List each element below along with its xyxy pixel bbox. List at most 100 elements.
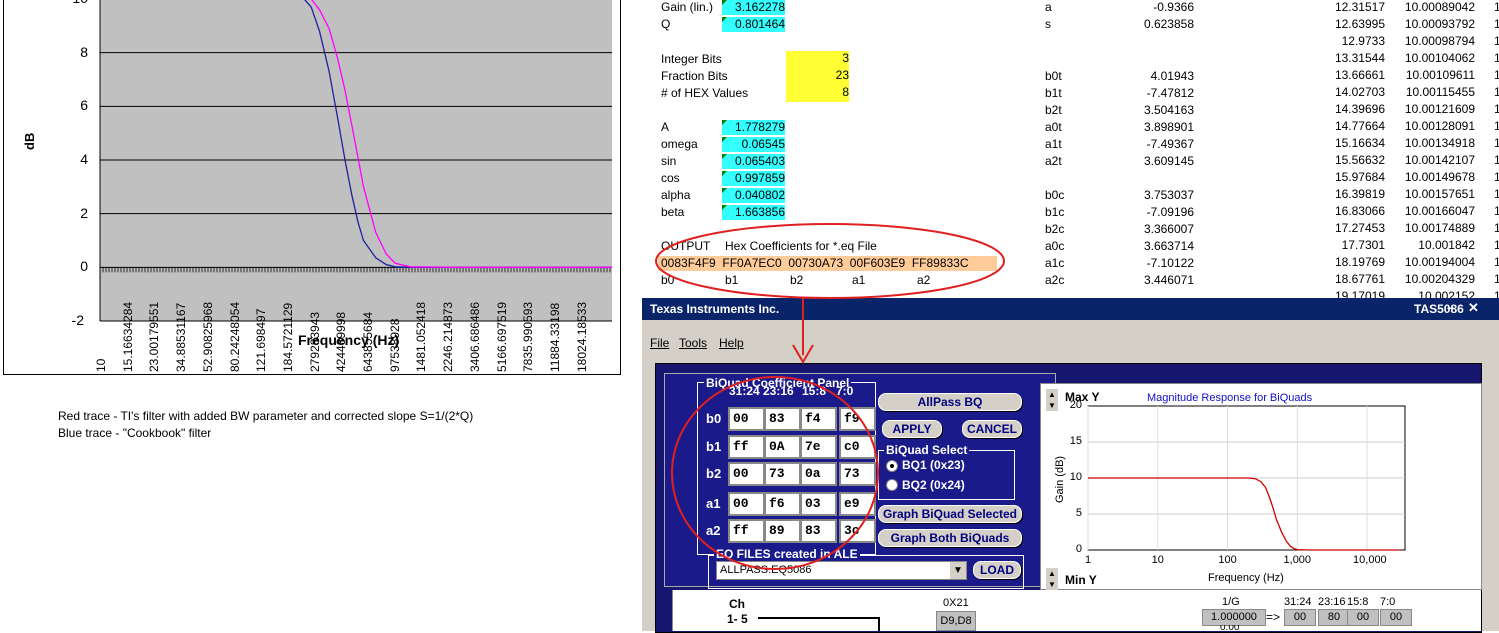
- gain-label[interactable]: Gain (lin.): [661, 0, 713, 14]
- cancel-button[interactable]: CANCEL: [962, 420, 1022, 438]
- edge-cell[interactable]: 1: [1494, 153, 1499, 167]
- coef-label[interactable]: b2: [790, 273, 803, 287]
- mid-value[interactable]: -7.09196: [1130, 205, 1194, 219]
- coef-input[interactable]: e9: [839, 492, 876, 516]
- g-byte[interactable]: 80: [1318, 609, 1350, 626]
- gain-db-value[interactable]: 10.00128091: [1395, 119, 1475, 133]
- gain-db-value[interactable]: 10.00166047: [1395, 204, 1475, 218]
- mid-label[interactable]: b1t: [1045, 86, 1062, 100]
- coef-label[interactable]: a2: [917, 273, 930, 287]
- param-label[interactable]: cos: [661, 171, 680, 185]
- load-button[interactable]: LOAD: [973, 561, 1021, 579]
- coef-input[interactable]: ff: [728, 519, 765, 543]
- freq-value[interactable]: 12.9733: [1325, 34, 1385, 48]
- coef-input[interactable]: 00: [728, 462, 765, 486]
- mid-value[interactable]: 3.753037: [1130, 188, 1194, 202]
- mid-value[interactable]: -0.9366: [1130, 0, 1194, 14]
- mid-value[interactable]: 3.504163: [1130, 103, 1194, 117]
- param-value[interactable]: 1.663856: [722, 205, 785, 220]
- mid-label[interactable]: b2t: [1045, 103, 1062, 117]
- coef-input[interactable]: 00: [728, 407, 765, 431]
- mid-label[interactable]: a: [1045, 0, 1052, 14]
- edge-cell[interactable]: 1: [1494, 170, 1499, 184]
- coef-input[interactable]: 00: [728, 492, 765, 516]
- mid-value[interactable]: -7.49367: [1130, 137, 1194, 151]
- gain-db-value[interactable]: 10.00098794: [1395, 34, 1475, 48]
- freq-value[interactable]: 15.97684: [1325, 170, 1385, 184]
- graph-selected-button[interactable]: Graph BiQuad Selected: [878, 505, 1022, 523]
- edge-cell[interactable]: 1: [1494, 34, 1499, 48]
- freq-value[interactable]: 12.31517: [1325, 0, 1385, 14]
- bq1-label[interactable]: BQ1 (0x23): [902, 458, 965, 472]
- param-value[interactable]: 0.997859: [722, 171, 785, 186]
- coef-input[interactable]: 0a: [800, 462, 837, 486]
- freq-value[interactable]: 18.19769: [1325, 255, 1385, 269]
- mid-label[interactable]: b2c: [1045, 222, 1064, 236]
- param-value[interactable]: 1.778279: [722, 120, 785, 135]
- edge-cell[interactable]: 1: [1494, 272, 1499, 286]
- coef-input[interactable]: f4: [800, 407, 837, 431]
- edge-cell[interactable]: 1: [1494, 68, 1499, 82]
- coef-input[interactable]: 89: [764, 519, 801, 543]
- mid-value[interactable]: 3.446071: [1130, 273, 1194, 287]
- gain-db-value[interactable]: 10.00104062: [1395, 51, 1475, 65]
- close-icon[interactable]: ✕: [1468, 300, 1479, 316]
- addr-value[interactable]: D9,D8: [936, 611, 976, 631]
- intbits-label[interactable]: Integer Bits: [661, 52, 722, 66]
- coef-input[interactable]: 73: [764, 462, 801, 486]
- gain-db-value[interactable]: 10.00194004: [1395, 255, 1475, 269]
- mid-label[interactable]: s: [1045, 17, 1051, 31]
- gain-db-value[interactable]: 10.00142107: [1395, 153, 1475, 167]
- fracbits-value[interactable]: 23: [786, 68, 849, 85]
- bq1-radio[interactable]: [886, 460, 898, 472]
- mid-label[interactable]: b0c: [1045, 188, 1064, 202]
- coef-input[interactable]: 73: [839, 462, 876, 486]
- coef-input[interactable]: 03: [800, 492, 837, 516]
- hexvals-value[interactable]: 8: [786, 85, 849, 102]
- edge-cell[interactable]: 1: [1494, 85, 1499, 99]
- gain-db-value[interactable]: 10.00109611: [1395, 68, 1475, 82]
- output-label[interactable]: OUTPUT: [661, 239, 710, 253]
- gain-db-value[interactable]: 10.001842: [1395, 238, 1475, 252]
- g-byte[interactable]: 00: [1284, 609, 1316, 626]
- edge-cell[interactable]: 1: [1494, 17, 1499, 31]
- mid-label[interactable]: a2c: [1045, 273, 1064, 287]
- allpass-button[interactable]: AllPass BQ: [878, 393, 1022, 411]
- gain-db-value[interactable]: 10.00093792: [1395, 17, 1475, 31]
- coef-input[interactable]: 83: [800, 519, 837, 543]
- coef-input[interactable]: c0: [839, 435, 876, 459]
- mid-label[interactable]: a2t: [1045, 154, 1062, 168]
- mid-value[interactable]: 4.01943: [1130, 69, 1194, 83]
- coef-input[interactable]: 0A: [764, 435, 801, 459]
- coef-input[interactable]: f6: [764, 492, 801, 516]
- graph-both-button[interactable]: Graph Both BiQuads: [878, 529, 1022, 547]
- freq-value[interactable]: 12.63995: [1325, 17, 1385, 31]
- mid-value[interactable]: 3.898901: [1130, 120, 1194, 134]
- output-desc[interactable]: Hex Coefficients for *.eq File: [725, 239, 877, 253]
- q-value[interactable]: 0.801464: [722, 17, 785, 32]
- freq-value[interactable]: 17.27453: [1325, 221, 1385, 235]
- param-label[interactable]: beta: [661, 205, 684, 219]
- mid-label[interactable]: a1t: [1045, 137, 1062, 151]
- freq-value[interactable]: 13.66661: [1325, 68, 1385, 82]
- mid-value[interactable]: -7.10122: [1130, 256, 1194, 270]
- param-value[interactable]: 0.065403: [722, 154, 785, 169]
- mid-value[interactable]: 3.366007: [1130, 222, 1194, 236]
- freq-value[interactable]: 18.67761: [1325, 272, 1385, 286]
- menu-item[interactable]: File: [650, 336, 669, 350]
- gain-db-value[interactable]: 10.00089042: [1395, 0, 1475, 14]
- hexvals-label[interactable]: # of HEX Values: [661, 86, 748, 100]
- coef-label[interactable]: a1: [852, 273, 865, 287]
- fracbits-label[interactable]: Fraction Bits: [661, 69, 728, 83]
- gain-db-value[interactable]: 10.00157651: [1395, 187, 1475, 201]
- gain-value[interactable]: 3.162278: [722, 0, 785, 15]
- freq-value[interactable]: 16.83066: [1325, 204, 1385, 218]
- freq-value[interactable]: 15.16634: [1325, 136, 1385, 150]
- param-label[interactable]: sin: [661, 154, 676, 168]
- edge-cell[interactable]: 1: [1494, 204, 1499, 218]
- gain-db-value[interactable]: 10.00115455: [1395, 85, 1475, 99]
- mid-label[interactable]: a1c: [1045, 256, 1064, 270]
- eq-file-select[interactable]: ALLPASS.EQ5086 ▼: [716, 561, 967, 580]
- mid-value[interactable]: 3.609145: [1130, 154, 1194, 168]
- edge-cell[interactable]: 1: [1494, 187, 1499, 201]
